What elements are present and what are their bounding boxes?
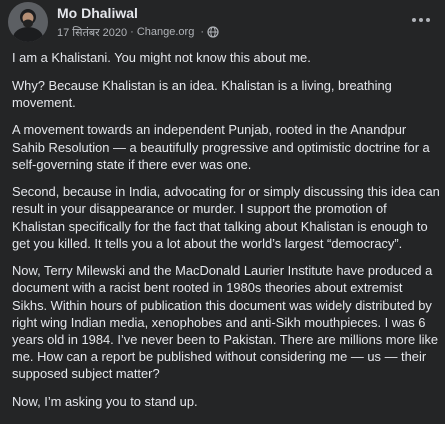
post-body: I am a Khalistani. You might not know th… <box>12 49 440 420</box>
meta-separator-2: · <box>200 26 204 38</box>
globe-icon[interactable] <box>207 26 219 38</box>
post-header: Mo Dhaliwal 17 सितंबर 2020 · Change.org … <box>0 0 445 44</box>
more-dot <box>426 18 430 22</box>
more-dot <box>419 18 423 22</box>
post-date[interactable]: 17 सितंबर 2020 <box>57 25 127 40</box>
post-paragraph: I am a Khalistani. You might not know th… <box>12 50 311 65</box>
post-paragraph: A movement towards an independent Punjab… <box>12 122 430 172</box>
facebook-post: Mo Dhaliwal 17 सितंबर 2020 · Change.org … <box>0 0 445 424</box>
avatar-photo <box>8 2 48 42</box>
more-dot <box>412 18 416 22</box>
post-paragraph: Second, because in India, advocating for… <box>12 184 440 251</box>
post-source[interactable]: Change.org <box>137 26 195 38</box>
author-name[interactable]: Mo Dhaliwal <box>57 5 138 21</box>
post-paragraph: Now, Terry Milewski and the MacDonald La… <box>12 263 439 381</box>
more-options-icon[interactable] <box>409 10 433 30</box>
post-meta: 17 सितंबर 2020 · Change.org · <box>57 25 219 39</box>
author-avatar[interactable] <box>8 2 48 42</box>
post-paragraph: Now, I’m asking you to stand up. <box>12 393 198 409</box>
meta-separator: · <box>130 26 134 38</box>
post-paragraph: Why? Because Khalistan is an idea. Khali… <box>12 77 392 110</box>
